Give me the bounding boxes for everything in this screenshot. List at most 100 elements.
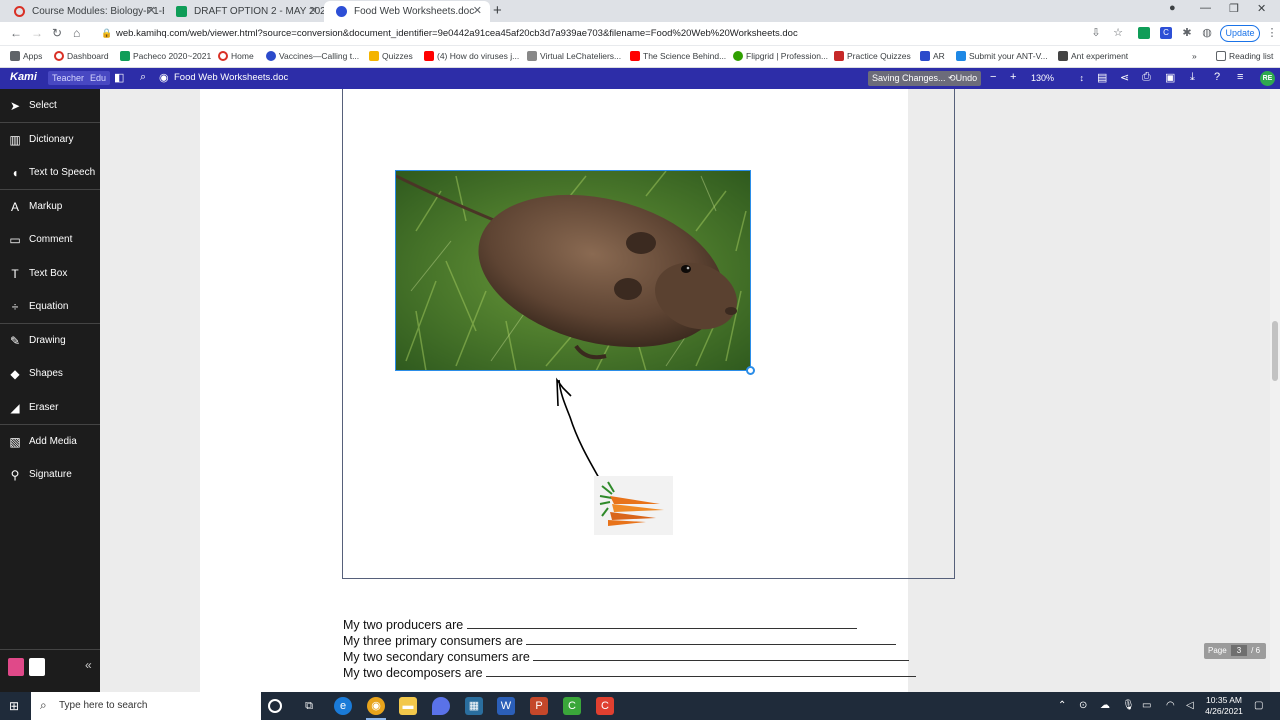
tool-select[interactable]: ➤ Select xyxy=(0,89,100,122)
tool-add-media[interactable]: ▧ Add Media xyxy=(0,425,100,458)
bookmark-practice-quizzes[interactable]: Practice Quizzes xyxy=(834,51,911,61)
reload-icon[interactable]: ↻ xyxy=(52,26,62,40)
bookmark-lechateliers[interactable]: Virtual LeChateliers... xyxy=(527,51,621,61)
bookmark-viruses[interactable]: (4) How do viruses j... xyxy=(424,51,519,61)
new-tab-icon[interactable]: + xyxy=(493,2,502,19)
system-clock[interactable]: 10:35 AM 4/26/2021 xyxy=(1200,695,1248,717)
profile-icon[interactable]: ◍ xyxy=(1201,27,1213,39)
close-window-icon[interactable]: ✕ xyxy=(1257,2,1266,15)
tab-draft-option[interactable]: DRAFT OPTION 2 - MAY 2021- M ✕ xyxy=(164,1,326,22)
print-icon[interactable]: ⎙ xyxy=(1142,71,1151,84)
notifications-icon[interactable]: ▢ xyxy=(1254,700,1263,711)
tool-dictionary[interactable]: ▥ Dictionary xyxy=(0,123,100,156)
answer-blank[interactable] xyxy=(533,650,910,661)
bookmark-science[interactable]: The Science Behind... xyxy=(630,51,726,61)
carrot-image[interactable] xyxy=(594,476,673,535)
home-icon[interactable]: ⌂ xyxy=(73,26,80,40)
word-icon[interactable]: W xyxy=(497,697,515,715)
close-icon[interactable]: ✕ xyxy=(473,1,482,22)
bookmark-quizzes[interactable]: Quizzes xyxy=(369,51,413,61)
page-number-input[interactable]: 3 xyxy=(1230,645,1247,656)
open-folder-icon[interactable]: ▤ xyxy=(1097,71,1107,84)
calculator-icon[interactable]: ▦ xyxy=(465,697,483,715)
taskbar-search[interactable]: ⌕ Type here to search xyxy=(31,692,261,720)
show-hidden-icons[interactable]: ⌃ xyxy=(1058,700,1066,711)
document-title[interactable]: Food Web Worksheets.doc xyxy=(174,72,288,83)
globe-icon[interactable]: ◉ xyxy=(159,71,169,84)
file-explorer-icon[interactable]: ▬ xyxy=(399,697,417,715)
drawn-arrow[interactable] xyxy=(540,372,610,482)
chrome-icon[interactable]: ◉ xyxy=(367,697,385,715)
paint-icon[interactable] xyxy=(432,697,450,715)
tool-text-to-speech[interactable]: ◖ Text to Speech xyxy=(0,156,100,189)
share-icon[interactable]: ⋖ xyxy=(1120,71,1129,84)
minimize-icon[interactable]: — xyxy=(1200,2,1211,14)
bookmark-pacheco[interactable]: Pacheco 2020~2021 xyxy=(120,51,211,61)
avatar[interactable]: RE xyxy=(1260,71,1275,86)
zoom-select[interactable]: 130% ↕ xyxy=(1028,71,1090,86)
extension-icon[interactable] xyxy=(1138,27,1150,39)
mouse-image[interactable] xyxy=(395,170,751,371)
tool-signature[interactable]: ⚲ Signature xyxy=(0,458,100,491)
scroll-thumb[interactable] xyxy=(1272,321,1278,381)
bookmark-submit[interactable]: Submit your ANT-V... xyxy=(956,51,1048,61)
tab-course-modules[interactable]: Course Modules: Biology-P1-Ek ✕ xyxy=(2,1,164,22)
install-icon[interactable]: ⇩ xyxy=(1090,27,1102,39)
powerpoint-icon[interactable]: P xyxy=(530,697,548,715)
download-icon[interactable]: ⤓ xyxy=(1190,71,1195,84)
display-icon[interactable]: ▭ xyxy=(1142,700,1151,711)
bookmark-ar[interactable]: AR xyxy=(920,51,945,61)
close-icon[interactable]: ✕ xyxy=(309,1,318,22)
search-icon[interactable]: ⌕ xyxy=(140,71,146,84)
menu-icon[interactable]: ⋮ xyxy=(1266,27,1278,39)
volume-icon[interactable]: ◁ xyxy=(1186,700,1194,711)
tool-text-box[interactable]: T Text Box xyxy=(0,257,100,290)
bookmark-apps[interactable]: Apps xyxy=(10,51,42,61)
edge-icon[interactable]: e xyxy=(334,697,352,715)
restore-icon[interactable]: ❐ xyxy=(1229,2,1239,15)
more-bookmarks-icon[interactable]: » xyxy=(1192,51,1197,61)
bookmark-vaccines[interactable]: Vaccines—Calling t... xyxy=(266,51,359,61)
resize-handle[interactable] xyxy=(746,366,755,375)
bookmark-dashboard[interactable]: Dashboard xyxy=(54,51,109,61)
puzzle-icon[interactable]: ✱ xyxy=(1181,27,1193,39)
tool-shapes[interactable]: ◆ Shapes xyxy=(0,357,100,390)
task-view-icon[interactable]: ⧉ xyxy=(300,697,318,715)
bookmark-flipgrid[interactable]: Flipgrid | Profession... xyxy=(733,51,828,61)
camtasia-icon[interactable]: C xyxy=(563,697,581,715)
url-field[interactable]: web.kamihq.com/web/viewer.html?source=co… xyxy=(116,28,798,39)
wifi-icon[interactable]: ◠ xyxy=(1166,700,1175,711)
back-icon[interactable]: ← xyxy=(10,26,22,40)
network-tray-icon[interactable]: ⊙ xyxy=(1079,700,1087,711)
tool-drawing[interactable]: ✎ Drawing xyxy=(0,324,100,357)
bookmark-ant[interactable]: Ant experiment xyxy=(1058,51,1128,61)
undo-button[interactable]: Undo xyxy=(956,73,978,83)
collapse-sidebar-icon[interactable]: « xyxy=(85,658,92,672)
help-icon[interactable]: ? xyxy=(1214,71,1220,83)
vertical-scrollbar[interactable] xyxy=(1270,89,1280,692)
forward-icon[interactable]: → xyxy=(31,26,43,40)
cortana-icon[interactable] xyxy=(268,699,282,713)
close-icon[interactable]: ✕ xyxy=(147,1,156,22)
windows-start-icon[interactable]: ⊞ xyxy=(9,699,19,713)
update-button[interactable]: Update xyxy=(1220,25,1260,42)
reading-list[interactable]: Reading list xyxy=(1216,51,1273,61)
extension-c-icon[interactable]: C xyxy=(1160,27,1172,39)
answer-blank[interactable] xyxy=(486,666,917,677)
answer-blank[interactable] xyxy=(526,634,897,645)
recorder-icon[interactable]: C xyxy=(596,697,614,715)
tool-toggle-white[interactable] xyxy=(29,658,45,676)
bookmark-home[interactable]: Home xyxy=(218,51,254,61)
zoom-out-icon[interactable]: − xyxy=(990,71,996,83)
tool-eraser[interactable]: ◢ Eraser xyxy=(0,391,100,424)
sidebar-toggle-icon[interactable]: ◧ xyxy=(114,71,124,84)
tool-markup[interactable]: A Markup xyxy=(0,190,100,223)
bookmark-star-icon[interactable]: ☆ xyxy=(1112,27,1124,39)
tool-toggle-pink[interactable] xyxy=(8,658,24,676)
tool-comment[interactable]: ▭ Comment xyxy=(0,223,100,256)
save-icon[interactable]: ▣ xyxy=(1165,71,1175,84)
tool-equation[interactable]: ÷ Equation xyxy=(0,290,100,323)
hamburger-menu-icon[interactable]: ≡ xyxy=(1237,71,1243,83)
zoom-in-icon[interactable]: + xyxy=(1010,71,1016,83)
answer-blank[interactable] xyxy=(466,618,857,629)
